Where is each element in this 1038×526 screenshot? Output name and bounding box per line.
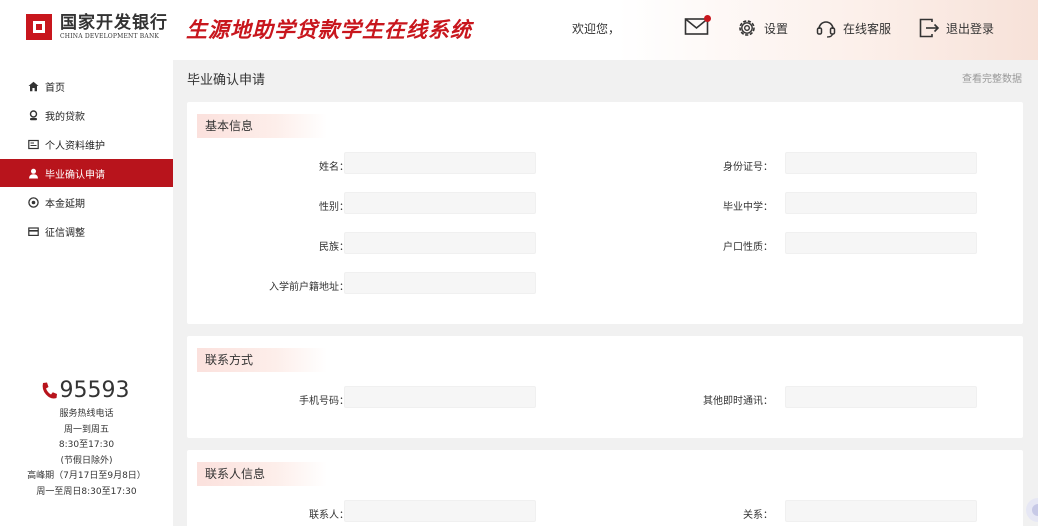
credit-card-icon [27,225,39,237]
contact-person-card: 联系人信息 联系人： 关系： [187,450,1023,526]
sidebar-item-principal-extension[interactable]: 本金延期 [0,188,173,216]
hotline-peak: 高峰期（7月17日至9月8日） [27,471,146,481]
household-address-field[interactable] [344,272,536,294]
bank-logo: 国家开发银行 CHINA DEVELOPMENT BANK [26,14,168,40]
hotline-number: 95593 [0,378,173,403]
sidebar-item-graduation[interactable]: 毕业确认申请 [0,159,173,187]
id-number-field[interactable] [785,152,977,174]
logout-icon [919,18,940,38]
contact-person-field[interactable] [344,500,536,522]
hotline-note: (节假日除外) [60,455,113,466]
floating-side-tab[interactable] [1026,498,1038,522]
view-all-data-link[interactable]: 查看完整数据 [962,70,1022,85]
section-title: 基本信息 [197,114,327,138]
household-type-label: 户口性质： [723,242,773,253]
name-label: 姓名： [319,162,349,173]
hotline-hours: 8:30至17:30 [58,440,115,450]
gear-icon [739,20,755,36]
header: 国家开发银行 CHINA DEVELOPMENT BANK 生源地助学贷款学生在… [0,0,1038,60]
household-type-field[interactable] [785,232,977,254]
relation-field[interactable] [785,500,977,522]
profile-card-icon [27,138,39,150]
sidebar-item-profile[interactable]: 个人资料维护 [0,130,173,158]
hotline-label: 服务热线电话 [59,409,114,419]
phone-label: 手机号码： [299,396,349,407]
coin-icon [27,196,39,208]
loan-icon [27,109,39,121]
sidebar-item-label: 个人资料维护 [45,140,105,152]
hotline-panel: 95593 服务热线电话 周一到周五 8:30至17:30 (节假日除外) 高峰… [0,378,173,500]
bank-logo-icon [26,14,52,40]
sidebar-item-label: 征信调整 [45,227,85,239]
online-service-button[interactable]: 在线客服 [815,17,891,39]
middle-school-field[interactable] [785,192,977,214]
sidebar-item-my-loan[interactable]: 我的贷款 [0,101,173,129]
id-number-label: 身份证号： [723,162,773,173]
contact-card: 联系方式 手机号码： 其他即时通讯： [187,336,1023,438]
middle-school-label: 毕业中学： [723,202,773,213]
home-icon [27,80,39,92]
logout-button[interactable]: 退出登录 [918,17,994,39]
instant-messaging-label: 其他即时通讯： [703,396,773,407]
instant-messaging-field[interactable] [785,386,977,408]
bank-name-cn: 国家开发银行 [60,13,168,33]
welcome-text: 欢迎您， [572,22,621,36]
sidebar-item-credit-adjust[interactable]: 征信调整 [0,217,173,245]
sidebar-item-home[interactable]: 首页 [0,72,173,100]
ethnicity-field[interactable] [344,232,536,254]
phone-field[interactable] [344,386,536,408]
gender-label: 性别： [319,202,349,213]
system-title: 生源地助学贷款学生在线系统 [186,18,472,42]
unread-dot [704,15,711,22]
page-title: 毕业确认申请 [187,73,266,88]
relation-label: 关系： [743,510,773,521]
sidebar-item-label: 毕业确认申请 [45,169,105,181]
logout-label: 退出登录 [946,21,995,36]
hotline-peak-hours: 周一至周日8:30至17:30 [36,486,137,497]
settings-label: 设置 [764,21,789,36]
main-content: 毕业确认申请 查看完整数据 基本信息 姓名： 身份证号： 性别： 毕业中学： 民… [173,60,1038,526]
ethnicity-label: 民族： [319,242,349,253]
sidebar-item-label: 首页 [45,82,65,94]
online-service-label: 在线客服 [843,21,892,36]
household-address-label: 入学前户籍地址： [269,282,349,293]
basic-info-card: 基本信息 姓名： 身份证号： 性别： 毕业中学： 民族： 户口性质： 入学前户籍… [187,102,1023,324]
settings-button[interactable]: 设置 [736,17,788,39]
section-title: 联系方式 [197,348,327,372]
sidebar: 首页 我的贷款 个人资料维护 毕业确认申请 本金延期 征信调整 95593 服务… [0,60,173,526]
section-title: 联系人信息 [197,462,327,486]
user-icon [27,167,39,179]
headset-icon [816,21,836,38]
message-button[interactable] [684,15,711,36]
sidebar-item-label: 本金延期 [45,198,85,210]
hotline-hours: 周一到周五 [63,424,109,435]
sidebar-item-label: 我的贷款 [45,111,85,123]
phone-icon [42,382,57,399]
contact-person-label: 联系人： [309,510,349,521]
name-field[interactable] [344,152,536,174]
gender-field[interactable] [344,192,536,214]
bank-name-en: CHINA DEVELOPMENT BANK [60,33,160,40]
